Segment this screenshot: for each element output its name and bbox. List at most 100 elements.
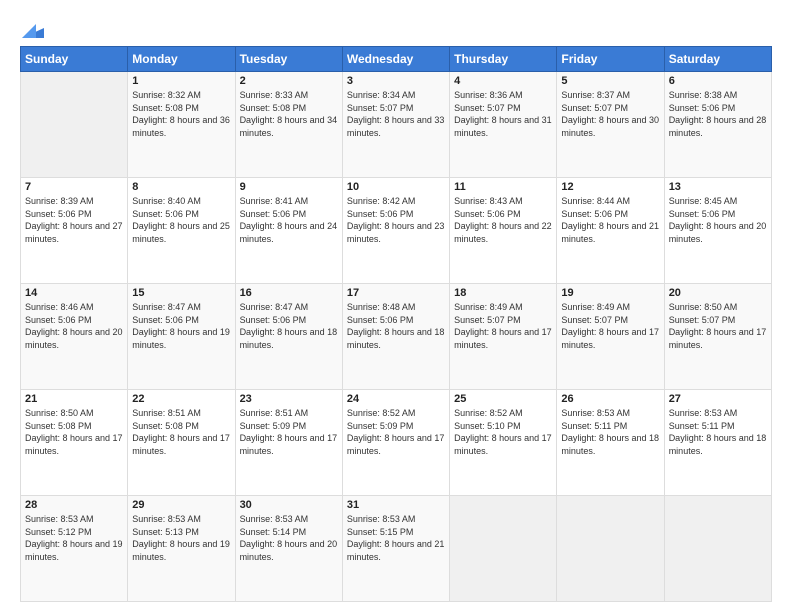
day-info: Sunrise: 8:47 AM Sunset: 5:06 PM Dayligh… xyxy=(240,302,338,350)
calendar-cell: 19 Sunrise: 8:49 AM Sunset: 5:07 PM Dayl… xyxy=(557,284,664,390)
calendar-cell: 18 Sunrise: 8:49 AM Sunset: 5:07 PM Dayl… xyxy=(450,284,557,390)
calendar-cell xyxy=(450,496,557,602)
day-number: 19 xyxy=(561,287,659,299)
day-info: Sunrise: 8:43 AM Sunset: 5:06 PM Dayligh… xyxy=(454,196,552,244)
day-info: Sunrise: 8:33 AM Sunset: 5:08 PM Dayligh… xyxy=(240,90,338,138)
calendar-cell: 16 Sunrise: 8:47 AM Sunset: 5:06 PM Dayl… xyxy=(235,284,342,390)
day-number: 3 xyxy=(347,75,445,87)
day-info: Sunrise: 8:47 AM Sunset: 5:06 PM Dayligh… xyxy=(132,302,230,350)
logo xyxy=(20,20,44,34)
calendar-cell xyxy=(21,72,128,178)
weekday-header-wednesday: Wednesday xyxy=(342,47,449,72)
calendar-cell: 4 Sunrise: 8:36 AM Sunset: 5:07 PM Dayli… xyxy=(450,72,557,178)
calendar-cell: 24 Sunrise: 8:52 AM Sunset: 5:09 PM Dayl… xyxy=(342,390,449,496)
week-row-3: 14 Sunrise: 8:46 AM Sunset: 5:06 PM Dayl… xyxy=(21,284,772,390)
calendar-cell: 27 Sunrise: 8:53 AM Sunset: 5:11 PM Dayl… xyxy=(664,390,771,496)
day-info: Sunrise: 8:39 AM Sunset: 5:06 PM Dayligh… xyxy=(25,196,123,244)
day-info: Sunrise: 8:36 AM Sunset: 5:07 PM Dayligh… xyxy=(454,90,552,138)
day-number: 10 xyxy=(347,181,445,193)
day-info: Sunrise: 8:46 AM Sunset: 5:06 PM Dayligh… xyxy=(25,302,123,350)
day-number: 20 xyxy=(669,287,767,299)
week-row-1: 1 Sunrise: 8:32 AM Sunset: 5:08 PM Dayli… xyxy=(21,72,772,178)
day-number: 26 xyxy=(561,393,659,405)
calendar-cell xyxy=(664,496,771,602)
calendar-cell: 13 Sunrise: 8:45 AM Sunset: 5:06 PM Dayl… xyxy=(664,178,771,284)
day-number: 7 xyxy=(25,181,123,193)
weekday-header-thursday: Thursday xyxy=(450,47,557,72)
day-info: Sunrise: 8:44 AM Sunset: 5:06 PM Dayligh… xyxy=(561,196,659,244)
day-number: 8 xyxy=(132,181,230,193)
weekday-header-monday: Monday xyxy=(128,47,235,72)
logo-icon xyxy=(22,20,44,38)
day-number: 29 xyxy=(132,499,230,511)
day-number: 31 xyxy=(347,499,445,511)
calendar-body: 1 Sunrise: 8:32 AM Sunset: 5:08 PM Dayli… xyxy=(21,72,772,602)
logo-text xyxy=(20,20,44,38)
header xyxy=(20,20,772,34)
day-number: 2 xyxy=(240,75,338,87)
calendar-cell: 5 Sunrise: 8:37 AM Sunset: 5:07 PM Dayli… xyxy=(557,72,664,178)
week-row-5: 28 Sunrise: 8:53 AM Sunset: 5:12 PM Dayl… xyxy=(21,496,772,602)
calendar-cell: 11 Sunrise: 8:43 AM Sunset: 5:06 PM Dayl… xyxy=(450,178,557,284)
calendar-cell: 2 Sunrise: 8:33 AM Sunset: 5:08 PM Dayli… xyxy=(235,72,342,178)
calendar-header: SundayMondayTuesdayWednesdayThursdayFrid… xyxy=(21,47,772,72)
calendar-cell: 7 Sunrise: 8:39 AM Sunset: 5:06 PM Dayli… xyxy=(21,178,128,284)
day-info: Sunrise: 8:53 AM Sunset: 5:11 PM Dayligh… xyxy=(561,408,659,456)
day-info: Sunrise: 8:50 AM Sunset: 5:08 PM Dayligh… xyxy=(25,408,123,456)
calendar-cell: 12 Sunrise: 8:44 AM Sunset: 5:06 PM Dayl… xyxy=(557,178,664,284)
day-info: Sunrise: 8:53 AM Sunset: 5:13 PM Dayligh… xyxy=(132,514,230,562)
day-number: 9 xyxy=(240,181,338,193)
day-info: Sunrise: 8:40 AM Sunset: 5:06 PM Dayligh… xyxy=(132,196,230,244)
calendar-cell xyxy=(557,496,664,602)
calendar-cell: 17 Sunrise: 8:48 AM Sunset: 5:06 PM Dayl… xyxy=(342,284,449,390)
day-number: 15 xyxy=(132,287,230,299)
weekday-header-sunday: Sunday xyxy=(21,47,128,72)
weekday-row: SundayMondayTuesdayWednesdayThursdayFrid… xyxy=(21,47,772,72)
day-number: 21 xyxy=(25,393,123,405)
day-number: 18 xyxy=(454,287,552,299)
day-info: Sunrise: 8:49 AM Sunset: 5:07 PM Dayligh… xyxy=(454,302,552,350)
calendar-cell: 23 Sunrise: 8:51 AM Sunset: 5:09 PM Dayl… xyxy=(235,390,342,496)
weekday-header-saturday: Saturday xyxy=(664,47,771,72)
weekday-header-friday: Friday xyxy=(557,47,664,72)
day-info: Sunrise: 8:53 AM Sunset: 5:14 PM Dayligh… xyxy=(240,514,338,562)
day-number: 14 xyxy=(25,287,123,299)
calendar-cell: 26 Sunrise: 8:53 AM Sunset: 5:11 PM Dayl… xyxy=(557,390,664,496)
calendar-cell: 3 Sunrise: 8:34 AM Sunset: 5:07 PM Dayli… xyxy=(342,72,449,178)
day-info: Sunrise: 8:53 AM Sunset: 5:15 PM Dayligh… xyxy=(347,514,445,562)
week-row-2: 7 Sunrise: 8:39 AM Sunset: 5:06 PM Dayli… xyxy=(21,178,772,284)
day-info: Sunrise: 8:34 AM Sunset: 5:07 PM Dayligh… xyxy=(347,90,445,138)
day-number: 23 xyxy=(240,393,338,405)
day-number: 30 xyxy=(240,499,338,511)
day-number: 28 xyxy=(25,499,123,511)
day-info: Sunrise: 8:51 AM Sunset: 5:09 PM Dayligh… xyxy=(240,408,338,456)
calendar-cell: 1 Sunrise: 8:32 AM Sunset: 5:08 PM Dayli… xyxy=(128,72,235,178)
day-info: Sunrise: 8:50 AM Sunset: 5:07 PM Dayligh… xyxy=(669,302,767,350)
day-number: 5 xyxy=(561,75,659,87)
calendar-cell: 20 Sunrise: 8:50 AM Sunset: 5:07 PM Dayl… xyxy=(664,284,771,390)
day-info: Sunrise: 8:42 AM Sunset: 5:06 PM Dayligh… xyxy=(347,196,445,244)
day-info: Sunrise: 8:52 AM Sunset: 5:10 PM Dayligh… xyxy=(454,408,552,456)
calendar-cell: 9 Sunrise: 8:41 AM Sunset: 5:06 PM Dayli… xyxy=(235,178,342,284)
day-number: 17 xyxy=(347,287,445,299)
day-number: 22 xyxy=(132,393,230,405)
day-info: Sunrise: 8:38 AM Sunset: 5:06 PM Dayligh… xyxy=(669,90,767,138)
calendar-cell: 22 Sunrise: 8:51 AM Sunset: 5:08 PM Dayl… xyxy=(128,390,235,496)
day-number: 11 xyxy=(454,181,552,193)
day-info: Sunrise: 8:49 AM Sunset: 5:07 PM Dayligh… xyxy=(561,302,659,350)
day-number: 12 xyxy=(561,181,659,193)
day-info: Sunrise: 8:51 AM Sunset: 5:08 PM Dayligh… xyxy=(132,408,230,456)
calendar-cell: 6 Sunrise: 8:38 AM Sunset: 5:06 PM Dayli… xyxy=(664,72,771,178)
calendar-cell: 25 Sunrise: 8:52 AM Sunset: 5:10 PM Dayl… xyxy=(450,390,557,496)
day-info: Sunrise: 8:41 AM Sunset: 5:06 PM Dayligh… xyxy=(240,196,338,244)
day-number: 1 xyxy=(132,75,230,87)
calendar-table: SundayMondayTuesdayWednesdayThursdayFrid… xyxy=(20,46,772,602)
day-info: Sunrise: 8:45 AM Sunset: 5:06 PM Dayligh… xyxy=(669,196,767,244)
calendar-cell: 29 Sunrise: 8:53 AM Sunset: 5:13 PM Dayl… xyxy=(128,496,235,602)
day-number: 13 xyxy=(669,181,767,193)
calendar-cell: 28 Sunrise: 8:53 AM Sunset: 5:12 PM Dayl… xyxy=(21,496,128,602)
calendar-cell: 30 Sunrise: 8:53 AM Sunset: 5:14 PM Dayl… xyxy=(235,496,342,602)
day-info: Sunrise: 8:53 AM Sunset: 5:11 PM Dayligh… xyxy=(669,408,767,456)
day-info: Sunrise: 8:32 AM Sunset: 5:08 PM Dayligh… xyxy=(132,90,230,138)
day-info: Sunrise: 8:37 AM Sunset: 5:07 PM Dayligh… xyxy=(561,90,659,138)
